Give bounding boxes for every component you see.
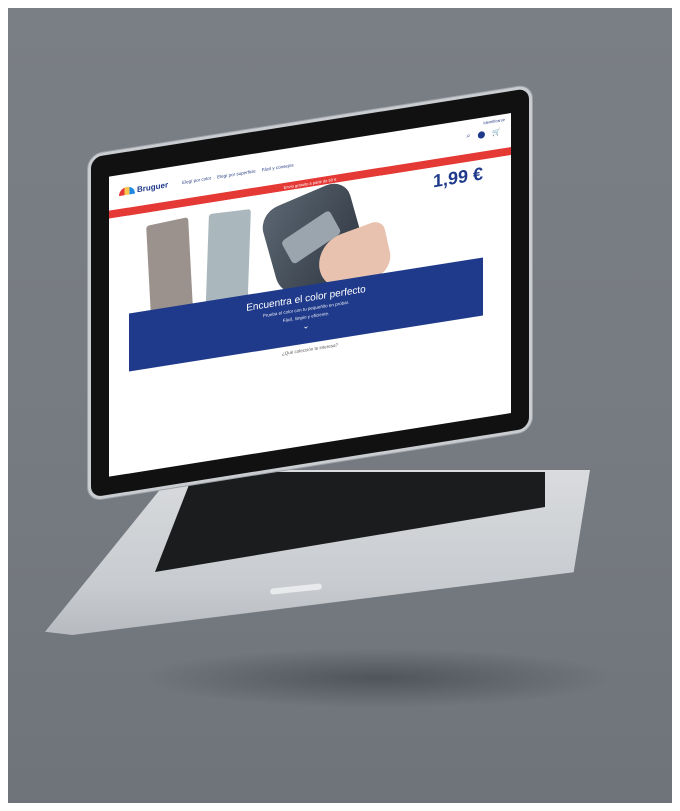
background-scene [8, 8, 672, 803]
laptop-shadow [138, 648, 618, 708]
